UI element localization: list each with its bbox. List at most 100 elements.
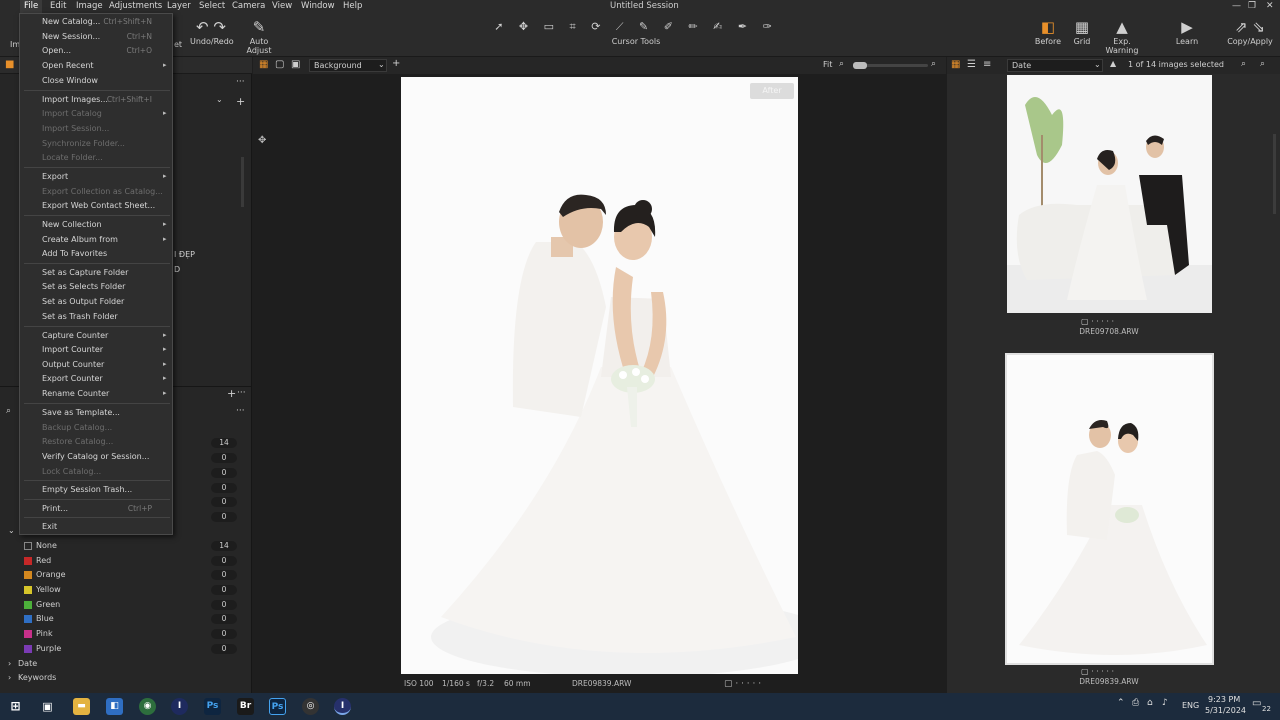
compare-view-icon[interactable]: ▣ (291, 59, 300, 70)
maximize-button[interactable]: ❐ (1248, 1, 1256, 11)
color-tag-count: 0 (211, 614, 237, 624)
chevron-down-icon[interactable]: ⌄ (8, 526, 15, 535)
menu-view[interactable]: View (272, 1, 292, 11)
menu-camera[interactable]: Camera (232, 1, 265, 11)
close-button[interactable]: ✕ (1266, 1, 1274, 11)
task-view-icon[interactable]: ▣ (39, 698, 56, 715)
zoom-out-icon[interactable]: ⌕ (839, 59, 844, 69)
grid-view-icon[interactable]: ▦ (259, 59, 268, 70)
single-view-icon[interactable]: ▢ (275, 59, 284, 70)
file-menu-item-label: Set as Output Folder (42, 297, 125, 306)
language-indicator[interactable]: ENG (1182, 701, 1199, 710)
notification-icon[interactable]: ▭ (1252, 698, 1261, 709)
clock-date[interactable]: 5/31/2024 (1205, 706, 1246, 715)
bridge-icon[interactable]: Br (237, 698, 254, 715)
menu-adjustments[interactable]: Adjustments (109, 1, 162, 11)
search-icon[interactable]: ⌕ (1260, 59, 1265, 69)
volume-icon[interactable]: ♪ (1162, 698, 1168, 708)
scrollbar[interactable] (241, 157, 244, 207)
undo-redo-button[interactable]: ↶ ↷ Undo/Redo (190, 17, 234, 46)
rating-count: 0 (211, 453, 237, 463)
capture-one-active-icon[interactable]: I (334, 698, 351, 715)
menu-window[interactable]: Window (301, 1, 335, 11)
before-button[interactable]: ◧ Before (1030, 17, 1066, 46)
menu-file[interactable]: File (20, 0, 43, 13)
grid-view-icon[interactable]: ▦ (951, 59, 960, 70)
main-photo[interactable] (401, 77, 798, 674)
file-menu-item-label: Exit (42, 522, 58, 531)
warning-icon: ▲ (1116, 18, 1128, 36)
list-view-icon[interactable]: ☰ (967, 59, 976, 70)
thumbnail[interactable] (1007, 75, 1212, 313)
undo-icon: ↶ ↷ (196, 18, 226, 36)
chrome-icon[interactable]: ◉ (139, 698, 156, 715)
app-icon[interactable]: ◎ (302, 698, 319, 715)
file-explorer-icon[interactable]: ▬ (73, 698, 90, 715)
file-menu-item-label: Locate Folder... (42, 153, 103, 162)
library-tab-icon[interactable]: ■ (5, 59, 14, 70)
search-options-icon[interactable]: ··· (236, 406, 245, 416)
brush-icon: ✍ (713, 20, 729, 33)
background-select-value: Background (314, 61, 362, 70)
shutter-value: 1/160 s (442, 679, 470, 688)
thumbnail-selected[interactable] (1005, 353, 1214, 665)
sort-direction-icon[interactable]: ▲ (1110, 59, 1116, 68)
panel-options-icon[interactable]: ··· (236, 77, 245, 87)
sort-select[interactable]: Date ⌄ (1007, 59, 1103, 72)
clock-time[interactable]: 9:23 PM (1208, 695, 1240, 704)
search-icon[interactable]: ⌕ (6, 406, 11, 416)
file-menu-item-label: Import Catalog (42, 109, 102, 118)
zoom-slider[interactable] (853, 62, 928, 69)
zoom-fit-label[interactable]: Fit (823, 60, 832, 69)
file-menu-item-label: Set as Selects Folder (42, 282, 126, 291)
photoshop-active-icon[interactable]: Ps (269, 698, 286, 715)
file-menu-item-label: Backup Catalog... (42, 423, 113, 432)
filter-icon[interactable]: ⌕ (1241, 59, 1246, 69)
windows-start-icon[interactable]: ⊞ (7, 698, 24, 715)
menu-edit[interactable]: Edit (50, 1, 66, 11)
rating-count: 0 (211, 497, 237, 507)
learn-button[interactable]: ▶ Learn (1172, 17, 1202, 46)
grid-button[interactable]: ▦ Grid (1068, 17, 1096, 46)
rating-count: 0 (211, 483, 237, 493)
menu-help[interactable]: Help (343, 1, 362, 11)
auto-adjust-button[interactable]: ✎ Auto Adjust (237, 17, 281, 55)
rating-stars[interactable]: ▢ · · · · · (724, 679, 761, 689)
windows-taskbar: ⊞ ▣ ▬ ◧ ◉ I Ps Br Ps ◎ I ⌃ ⎙ ⌂ ♪ ENG 9:2… (0, 693, 1280, 720)
add-filter-icon[interactable]: + (227, 387, 236, 400)
chevron-down-icon[interactable]: ⌄ (216, 95, 223, 104)
file-menu-item-shortcut: Ctrl+O (126, 46, 152, 55)
menu-separator (24, 263, 170, 264)
store-icon[interactable]: ◧ (106, 698, 123, 715)
file-menu-item-label: Set as Trash Folder (42, 312, 118, 321)
submenu-arrow-icon: ▸ (163, 172, 167, 180)
network-icon[interactable]: ⌂ (1147, 698, 1153, 708)
file-menu-item-label: Capture Counter (42, 331, 109, 340)
photoshop-icon[interactable]: Ps (204, 698, 221, 715)
thumbnail-rating[interactable]: ▢ · · · · · (1081, 667, 1114, 676)
menu-layer[interactable]: Layer (167, 1, 191, 11)
file-menu-dropdown: New Catalog... Ctrl+Shift+N New Session...… (19, 13, 173, 535)
chevron-right-icon: › (8, 659, 12, 668)
toolbar-partial-label-2: et (174, 40, 183, 49)
filter-options-icon[interactable]: ··· (237, 388, 246, 398)
microphone-icon[interactable]: ⎙ (1132, 698, 1139, 708)
menu-select[interactable]: Select (199, 1, 225, 11)
minimize-button[interactable]: — (1232, 1, 1241, 11)
background-select[interactable]: Background ⌄ (309, 59, 387, 72)
cursor-tools-group[interactable]: ➚ ✥ ▭ ⌗ ⟳ ⟋ ✎ ✐ ✏ ✍ ✒ ✑ Cursor Tools (494, 17, 778, 46)
filmstrip-view-icon[interactable]: ≡ (983, 59, 991, 70)
chevron-up-icon[interactable]: ⌃ (1117, 698, 1125, 708)
scrollbar[interactable] (1273, 134, 1276, 214)
submenu-arrow-icon: ▸ (163, 220, 167, 228)
menu-image[interactable]: Image (76, 1, 103, 11)
copy-apply-button[interactable]: ⇗ ⇘ Copy/Apply (1226, 17, 1274, 46)
zoom-in-icon[interactable]: ⌕ (931, 59, 936, 69)
thumbnail-rating[interactable]: ▢ · · · · · (1081, 317, 1114, 326)
capture-one-icon[interactable]: I (171, 698, 188, 715)
add-variant-icon[interactable]: + (392, 58, 400, 69)
zoom-slider-handle[interactable] (853, 62, 867, 69)
exp-warning-button[interactable]: ▲ Exp. Warning (1096, 17, 1148, 55)
add-icon[interactable]: + (236, 95, 245, 108)
selection-status: 1 of 14 images selected (1128, 60, 1225, 69)
